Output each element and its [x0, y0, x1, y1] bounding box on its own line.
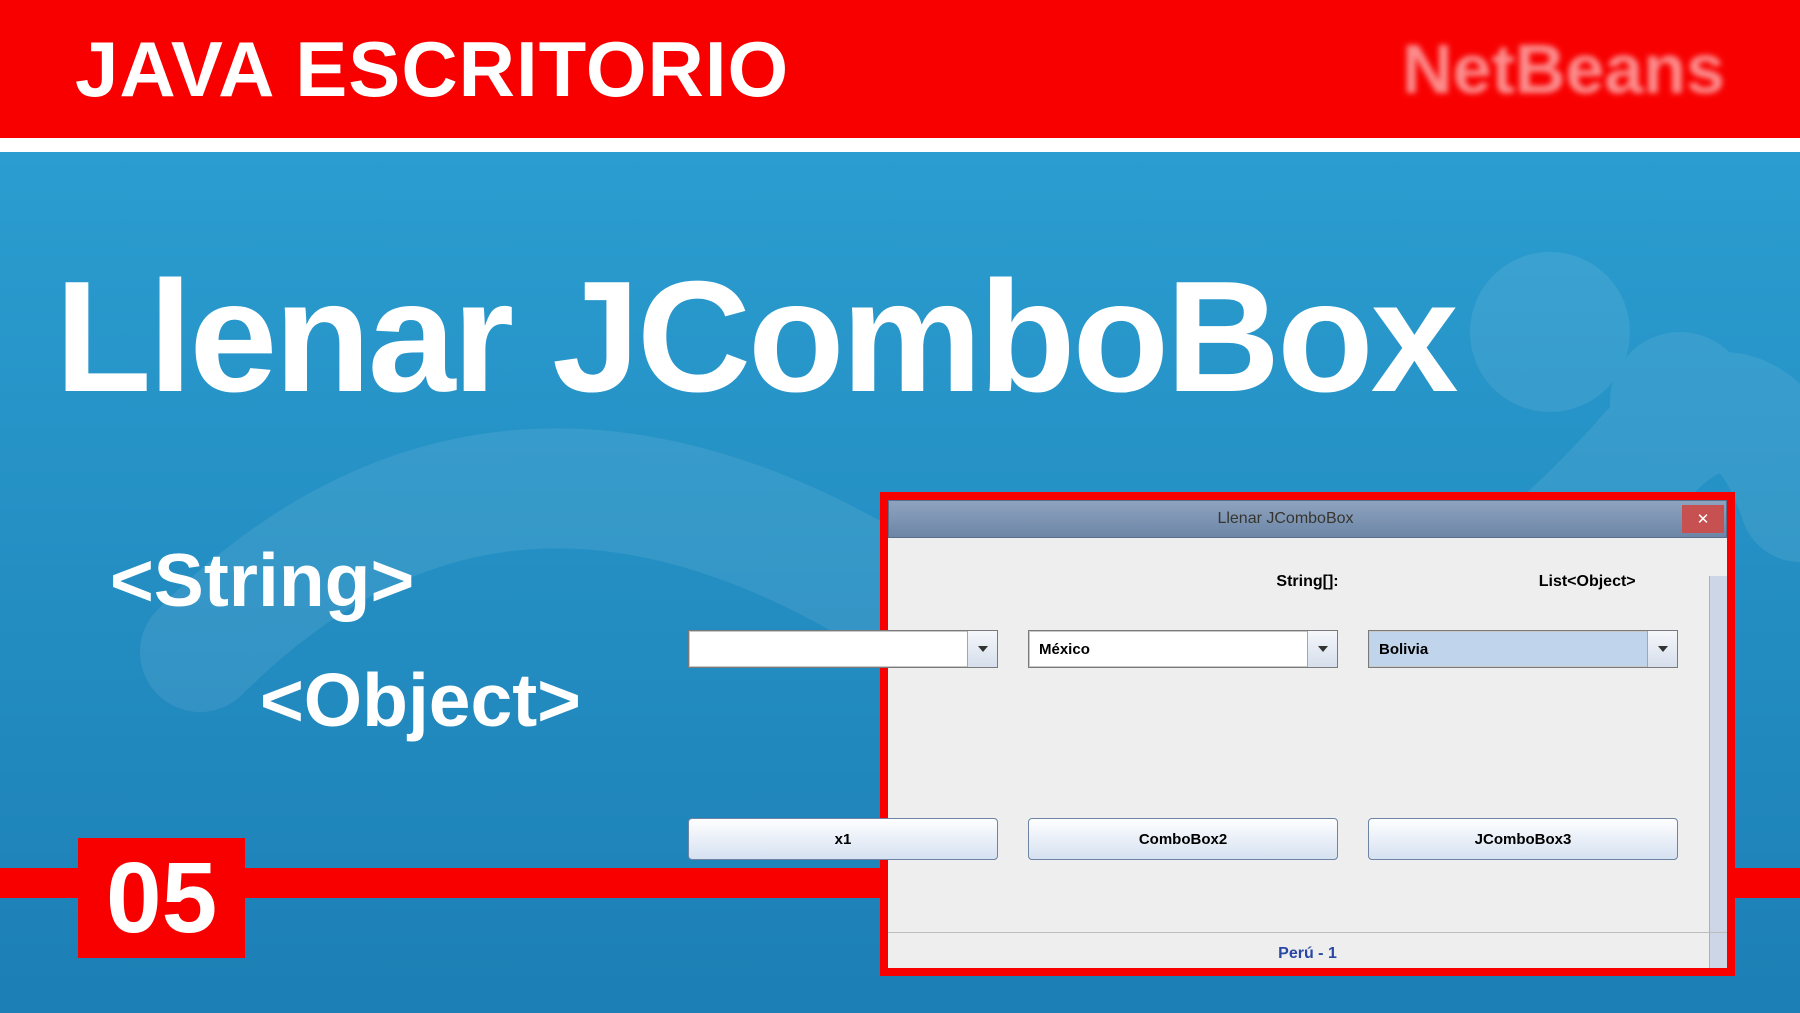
- chevron-down-icon: [967, 631, 997, 667]
- button-combobox2[interactable]: ComboBox2: [1028, 818, 1338, 860]
- button-label: ComboBox2: [1139, 831, 1227, 848]
- chevron-down-icon: [1307, 631, 1337, 667]
- close-icon: ✕: [1697, 510, 1710, 528]
- episode-badge: 05: [78, 838, 245, 958]
- button-label: x1: [835, 831, 852, 848]
- combobox-1[interactable]: [688, 630, 998, 668]
- main-title: Llenar JComboBox: [55, 247, 1456, 428]
- window: Llenar JComboBox ✕ . String[]: List<Obje…: [888, 500, 1727, 968]
- window-body: . String[]: List<Object> México Bolivia: [888, 538, 1727, 968]
- main-panel: Llenar JComboBox <String> <Object> 05 Ll…: [0, 152, 1800, 1013]
- combobox-3-value: Bolivia: [1369, 641, 1647, 658]
- button-row: x1 ComboBox2 JComboBox3: [688, 818, 1712, 860]
- chevron-down-icon: [1647, 631, 1677, 667]
- button-combobox1[interactable]: x1: [688, 818, 998, 860]
- col-label-2: String[]:: [1168, 573, 1448, 591]
- column-labels: . String[]: List<Object>: [888, 573, 1727, 591]
- header-title: JAVA ESCRITORIO: [75, 24, 789, 115]
- window-frame: Llenar JComboBox ✕ . String[]: List<Obje…: [880, 492, 1735, 976]
- header-ide: NetBeans: [1402, 29, 1725, 109]
- status-label: Perú - 1: [888, 932, 1727, 963]
- window-title: Llenar JComboBox: [889, 510, 1682, 528]
- combobox-2-value: México: [1029, 641, 1307, 658]
- close-button[interactable]: ✕: [1682, 505, 1724, 533]
- window-titlebar[interactable]: Llenar JComboBox ✕: [888, 500, 1727, 538]
- combobox-2[interactable]: México: [1028, 630, 1338, 668]
- button-label: JComboBox3: [1475, 831, 1572, 848]
- combo-row: México Bolivia: [688, 630, 1712, 668]
- subtitle-object: <Object>: [260, 657, 581, 743]
- header-bar: JAVA ESCRITORIO NetBeans: [0, 0, 1800, 138]
- button-combobox3[interactable]: JComboBox3: [1368, 818, 1678, 860]
- divider: [0, 138, 1800, 152]
- col-label-3: List<Object>: [1447, 573, 1727, 591]
- combobox-3[interactable]: Bolivia: [1368, 630, 1678, 668]
- subtitle-string: <String>: [110, 537, 414, 623]
